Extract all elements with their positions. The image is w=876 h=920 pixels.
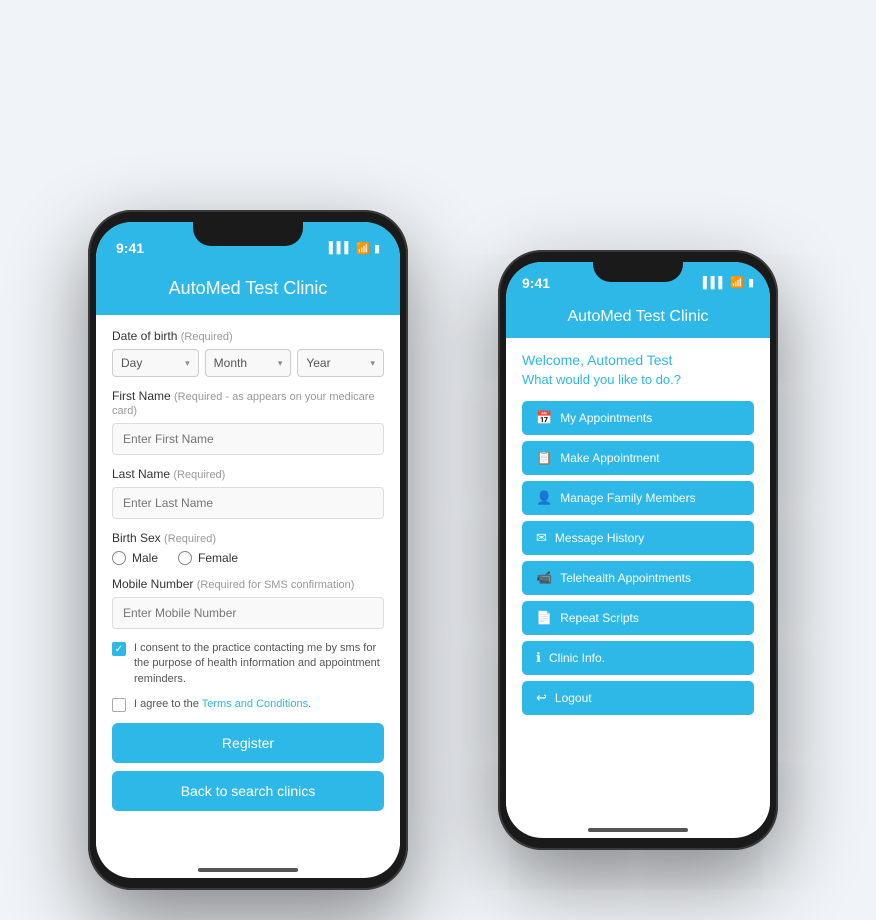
- menu-icon-6: ℹ: [536, 650, 541, 666]
- menu-item-4[interactable]: 📹 Telehealth Appointments: [522, 561, 754, 595]
- terms-link[interactable]: Terms and Conditions: [202, 698, 308, 710]
- menu-icon-5: 📄: [536, 610, 552, 626]
- battery-icon-2: ▮: [748, 276, 754, 289]
- status-time-1: 9:41: [116, 240, 144, 256]
- app-header-2: AutoMed Test Clinic: [506, 298, 770, 338]
- status-time-2: 9:41: [522, 275, 550, 291]
- month-select[interactable]: Month ▾: [205, 349, 292, 377]
- mobile-field-group: Mobile Number (Required for SMS confirma…: [112, 577, 384, 629]
- first-name-input[interactable]: [112, 423, 384, 455]
- wifi-icon-2: 📶: [730, 276, 744, 289]
- menu-item-2[interactable]: 👤 Manage Family Members: [522, 481, 754, 515]
- status-icons-1: ▌▌▌ 📶 ▮: [329, 242, 380, 255]
- terms-text: I agree to the Terms and Conditions.: [134, 697, 311, 712]
- last-name-label: Last Name (Required): [112, 467, 384, 481]
- menu-label-1: Make Appointment: [560, 451, 659, 465]
- menu-item-6[interactable]: ℹ Clinic Info.: [522, 641, 754, 675]
- signal-icon: ▌▌▌: [329, 242, 352, 254]
- birth-sex-field-group: Birth Sex (Required) Male Female: [112, 531, 384, 565]
- menu-label-5: Repeat Scripts: [560, 611, 639, 625]
- menu-item-0[interactable]: 📅 My Appointments: [522, 401, 754, 435]
- phone-registration: 9:41 ▌▌▌ 📶 ▮ AutoMed Test Clinic Date of…: [88, 210, 408, 890]
- registration-form: Date of birth (Required) Day ▾ Month ▾: [96, 315, 400, 855]
- month-arrow-icon: ▾: [278, 358, 283, 369]
- female-radio[interactable]: [178, 551, 192, 565]
- consent-text: I consent to the practice contacting me …: [134, 641, 384, 687]
- menu-item-3[interactable]: ✉ Message History: [522, 521, 754, 555]
- notch-1: [193, 222, 303, 246]
- menu-buttons: 📅 My Appointments 📋 Make Appointment 👤 Manage…: [522, 401, 754, 715]
- menu-label-7: Logout: [555, 691, 592, 705]
- last-name-input[interactable]: [112, 487, 384, 519]
- birth-sex-radio-row: Male Female: [112, 551, 384, 565]
- consent-checkbox[interactable]: ✓: [112, 642, 126, 656]
- menu-icon-4: 📹: [536, 570, 552, 586]
- question-text: What would you like to do.?: [522, 372, 754, 387]
- menu-item-7[interactable]: ↩ Logout: [522, 681, 754, 715]
- menu-label-2: Manage Family Members: [560, 491, 695, 505]
- menu-label-3: Message History: [555, 531, 644, 545]
- wifi-icon: 📶: [356, 242, 370, 255]
- home-indicator-1: [198, 868, 298, 872]
- mobile-input[interactable]: [112, 597, 384, 629]
- home-indicator-2: [588, 828, 688, 832]
- menu-icon-1: 📋: [536, 450, 552, 466]
- terms-checkbox[interactable]: [112, 698, 126, 712]
- year-arrow-icon: ▾: [370, 358, 375, 369]
- status-icons-2: ▌▌▌ 📶 ▮: [703, 276, 754, 289]
- menu-label-0: My Appointments: [560, 411, 652, 425]
- year-select[interactable]: Year ▾: [297, 349, 384, 377]
- welcome-text: Welcome, Automed Test: [522, 352, 754, 368]
- male-option[interactable]: Male: [112, 551, 158, 565]
- signal-icon-2: ▌▌▌: [703, 277, 726, 289]
- register-button[interactable]: Register: [112, 723, 384, 763]
- menu-icon-2: 👤: [536, 490, 552, 506]
- first-name-field-group: First Name (Required - as appears on you…: [112, 389, 384, 455]
- mobile-label: Mobile Number (Required for SMS confirma…: [112, 577, 384, 591]
- day-arrow-icon: ▾: [185, 358, 190, 369]
- female-option[interactable]: Female: [178, 551, 238, 565]
- clinic-title-1: AutoMed Test Clinic: [112, 278, 384, 299]
- dob-field-group: Date of birth (Required) Day ▾ Month ▾: [112, 329, 384, 377]
- menu-icon-7: ↩: [536, 690, 547, 706]
- checkmark-icon: ✓: [115, 644, 123, 655]
- terms-checkbox-row: I agree to the Terms and Conditions.: [112, 697, 384, 712]
- phone-menu: 9:41 ▌▌▌ 📶 ▮ AutoMed Test Clinic Welcome…: [498, 250, 778, 850]
- menu-label-6: Clinic Info.: [549, 651, 605, 665]
- menu-item-5[interactable]: 📄 Repeat Scripts: [522, 601, 754, 635]
- consent-checkbox-row: ✓ I consent to the practice contacting m…: [112, 641, 384, 687]
- menu-content: Welcome, Automed Test What would you lik…: [506, 338, 770, 822]
- menu-icon-0: 📅: [536, 410, 552, 426]
- menu-item-1[interactable]: 📋 Make Appointment: [522, 441, 754, 475]
- male-radio[interactable]: [112, 551, 126, 565]
- back-to-search-button[interactable]: Back to search clinics: [112, 771, 384, 811]
- clinic-title-2: AutoMed Test Clinic: [520, 308, 756, 326]
- day-select[interactable]: Day ▾: [112, 349, 199, 377]
- menu-label-4: Telehealth Appointments: [560, 571, 691, 585]
- dob-label: Date of birth (Required): [112, 329, 384, 343]
- first-name-label: First Name (Required - as appears on you…: [112, 389, 384, 417]
- last-name-field-group: Last Name (Required): [112, 467, 384, 519]
- menu-icon-3: ✉: [536, 530, 547, 546]
- battery-icon: ▮: [374, 242, 380, 255]
- app-header-1: AutoMed Test Clinic: [96, 266, 400, 315]
- birth-sex-label: Birth Sex (Required): [112, 531, 384, 545]
- notch-2: [593, 262, 683, 282]
- dob-row: Day ▾ Month ▾ Year ▾: [112, 349, 384, 377]
